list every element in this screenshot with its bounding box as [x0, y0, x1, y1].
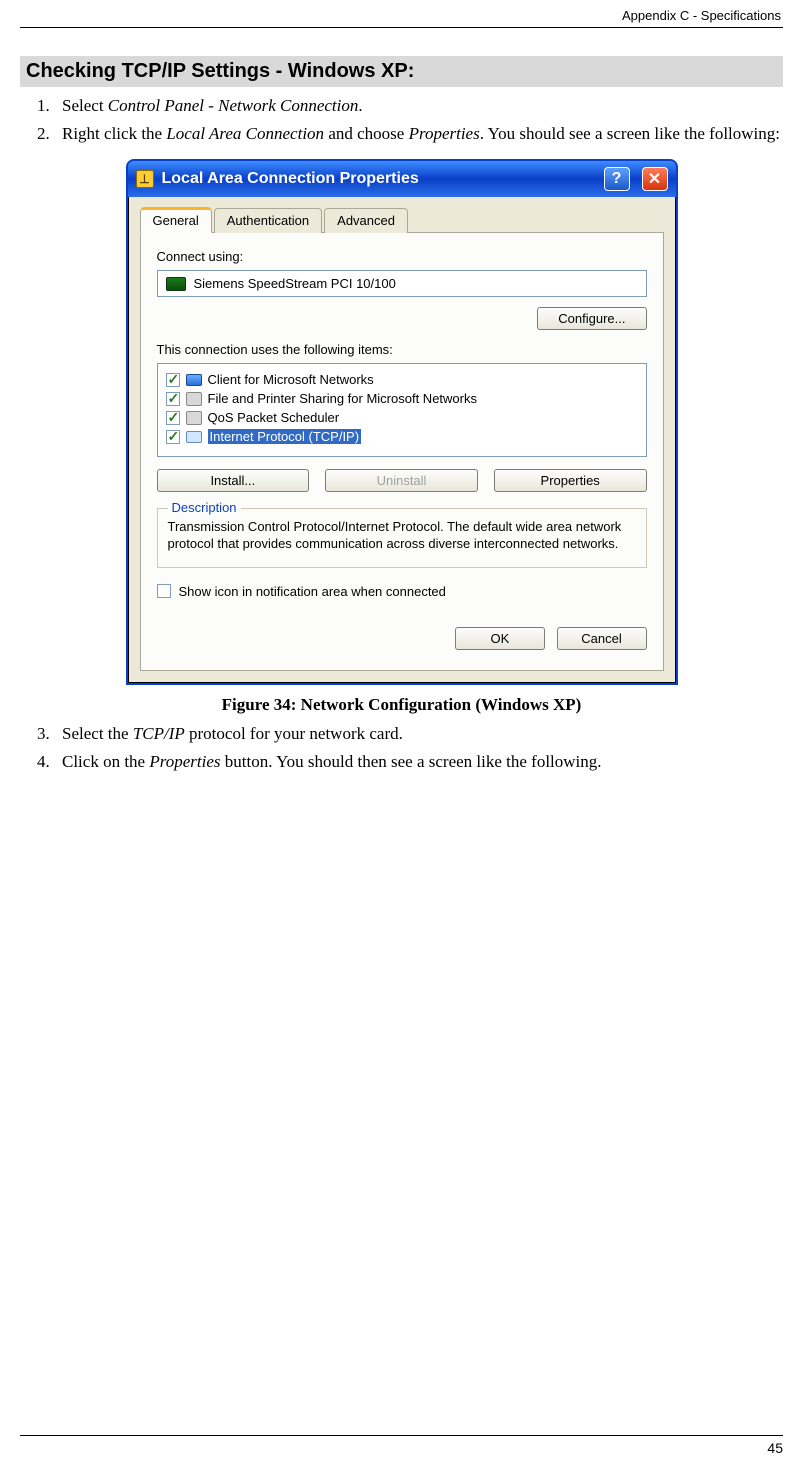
tab-bar: General Authentication Advanced — [140, 207, 664, 233]
ok-button[interactable]: OK — [455, 627, 545, 650]
description-text: Transmission Control Protocol/Internet P… — [168, 519, 636, 553]
description-group: Description Transmission Control Protoco… — [157, 508, 647, 568]
tab-advanced[interactable]: Advanced — [324, 208, 408, 233]
tab-panel-general: Connect using: Siemens SpeedStream PCI 1… — [140, 233, 664, 671]
show-icon-label: Show icon in notification area when conn… — [179, 584, 446, 599]
tab-authentication[interactable]: Authentication — [214, 208, 322, 233]
titlebar[interactable]: ⊥ Local Area Connection Properties ? ✕ — [128, 161, 676, 197]
checkbox-icon[interactable] — [166, 373, 180, 387]
item-label: Client for Microsoft Networks — [208, 372, 374, 387]
page-header: Appendix C - Specifications — [20, 0, 783, 28]
steps-list-continued: Select the TCP/IP protocol for your netw… — [20, 723, 783, 773]
list-item[interactable]: File and Printer Sharing for Microsoft N… — [166, 389, 638, 408]
item-label-selected: Internet Protocol (TCP/IP) — [208, 429, 362, 444]
adapter-box: Siemens SpeedStream PCI 10/100 — [157, 270, 647, 297]
tab-general[interactable]: General — [140, 208, 212, 233]
nic-icon — [166, 277, 186, 291]
connection-icon: ⊥ — [136, 170, 154, 188]
step-2: Right click the Local Area Connection an… — [54, 123, 783, 145]
tcpip-icon — [186, 431, 202, 443]
checkbox-icon[interactable] — [166, 392, 180, 406]
adapter-name: Siemens SpeedStream PCI 10/100 — [194, 276, 396, 291]
show-icon-checkbox[interactable] — [157, 584, 171, 598]
steps-list: Select Control Panel - Network Connectio… — [20, 95, 783, 145]
checkbox-icon[interactable] — [166, 430, 180, 444]
xp-dialog: ⊥ Local Area Connection Properties ? ✕ G… — [126, 159, 678, 685]
item-label: File and Printer Sharing for Microsoft N… — [208, 391, 477, 406]
dialog-title: Local Area Connection Properties — [162, 170, 419, 188]
printer-icon — [186, 392, 202, 406]
install-button[interactable]: Install... — [157, 469, 310, 492]
show-icon-row[interactable]: Show icon in notification area when conn… — [157, 584, 647, 599]
figure-caption: Figure 34: Network Configuration (Window… — [20, 695, 783, 715]
list-item[interactable]: Client for Microsoft Networks — [166, 370, 638, 389]
cancel-button[interactable]: Cancel — [557, 627, 647, 650]
properties-button[interactable]: Properties — [494, 469, 647, 492]
breadcrumb: Appendix C - Specifications — [622, 8, 781, 23]
checkbox-icon[interactable] — [166, 411, 180, 425]
items-label: This connection uses the following items… — [157, 342, 647, 357]
list-item[interactable]: Internet Protocol (TCP/IP) — [166, 427, 638, 446]
scheduler-icon — [186, 411, 202, 425]
uninstall-button: Uninstall — [325, 469, 478, 492]
item-label: QoS Packet Scheduler — [208, 410, 340, 425]
connect-using-label: Connect using: — [157, 249, 647, 264]
items-listbox[interactable]: Client for Microsoft Networks File and P… — [157, 363, 647, 457]
section-heading: Checking TCP/IP Settings - Windows XP: — [20, 56, 783, 87]
page-number: 45 — [767, 1440, 783, 1456]
client-icon — [186, 374, 202, 386]
step-4: Click on the Properties button. You shou… — [54, 751, 783, 773]
close-button[interactable]: ✕ — [642, 167, 668, 191]
list-item[interactable]: QoS Packet Scheduler — [166, 408, 638, 427]
description-legend: Description — [168, 500, 241, 515]
configure-button[interactable]: Configure... — [537, 307, 646, 330]
help-button[interactable]: ? — [604, 167, 630, 191]
step-1: Select Control Panel - Network Connectio… — [54, 95, 783, 117]
page-footer: 45 — [20, 1435, 783, 1456]
step-3: Select the TCP/IP protocol for your netw… — [54, 723, 783, 745]
